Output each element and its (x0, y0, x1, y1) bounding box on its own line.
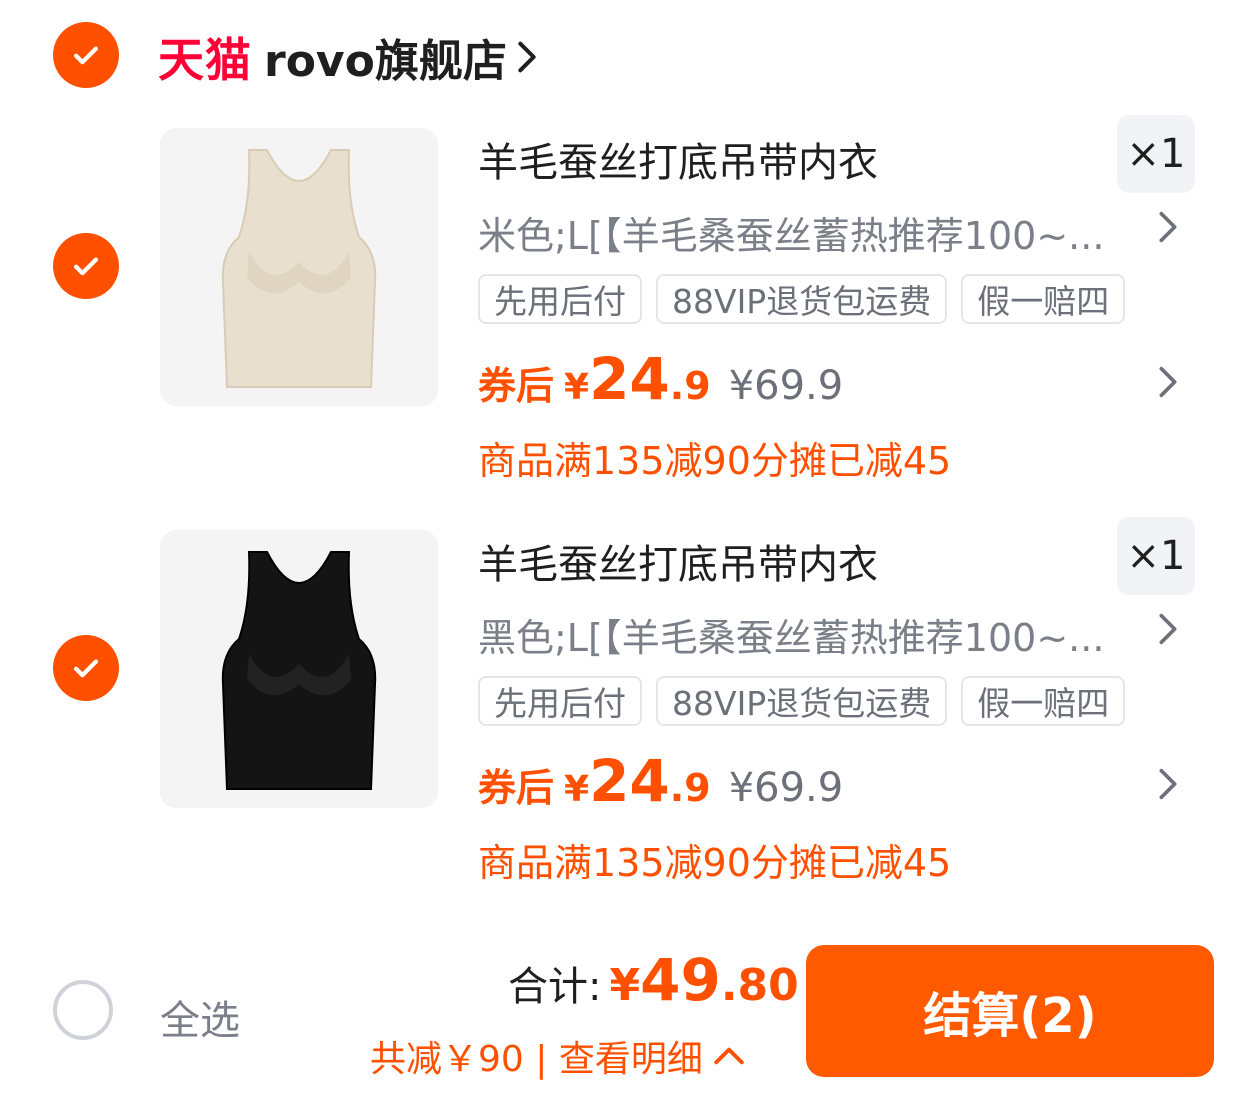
total-label: 合计: (508, 964, 602, 1010)
select-all-label[interactable]: 全选 (160, 988, 240, 1046)
select-all-checkbox[interactable] (53, 980, 113, 1040)
total-currency: ¥ (609, 960, 641, 1011)
tag: 假一赔四 (961, 676, 1126, 726)
check-icon (73, 46, 99, 65)
check-icon (73, 257, 99, 276)
price-row[interactable]: 券后 ¥ 24 .9 ¥69.9 (478, 345, 843, 413)
coupon-label: 券后 (478, 766, 555, 810)
tag: 88VIP退货包运费 (656, 676, 948, 726)
product-title[interactable]: 羊毛蚕丝打底吊带内衣 (478, 532, 878, 590)
original-price: ¥69.9 (728, 765, 844, 811)
camisole-image (221, 149, 377, 388)
chevron-right-icon[interactable] (1158, 210, 1178, 244)
chevron-right-icon[interactable] (1158, 767, 1178, 801)
sku-selector[interactable]: 米色;L[【羊毛桑蚕丝蓄热推荐100~... (478, 205, 1138, 260)
price-row[interactable]: 券后 ¥ 24 .9 ¥69.9 (478, 747, 843, 815)
coupon-label: 券后 (478, 364, 555, 408)
service-tags: 先用后付 88VIP退货包运费 假一赔四 (478, 274, 1126, 324)
check-icon (73, 659, 99, 678)
price-decimal: .9 (669, 364, 711, 408)
tag: 88VIP退货包运费 (656, 274, 948, 324)
chevron-right-icon[interactable] (1158, 612, 1178, 646)
tag: 先用后付 (478, 676, 642, 726)
camisole-image (221, 551, 377, 790)
item-checkbox[interactable] (53, 233, 119, 299)
currency-symbol: ¥ (564, 769, 590, 810)
tag: 先用后付 (478, 274, 642, 324)
item-checkbox[interactable] (53, 635, 119, 701)
view-details-link[interactable]: 共减￥90 | 查看明细 (370, 1030, 745, 1082)
sku-selector[interactable]: 黑色;L[【羊毛桑蚕丝蓄热推荐100~... (478, 607, 1138, 662)
quantity-badge[interactable]: ×1 (1117, 517, 1195, 595)
product-image[interactable] (160, 128, 438, 406)
saving-text: 共减￥90 | 查看明细 (370, 1039, 703, 1080)
store-header[interactable]: 天猫 rovo旗舰店 (158, 22, 537, 92)
total-integer: 49 (640, 946, 721, 1014)
service-tags: 先用后付 88VIP退货包运费 假一赔四 (478, 676, 1126, 726)
tag: 假一赔四 (961, 274, 1126, 324)
currency-symbol: ¥ (564, 367, 590, 408)
quantity-badge[interactable]: ×1 (1117, 115, 1195, 193)
price-integer: 24 (589, 345, 670, 413)
product-image[interactable] (160, 530, 438, 808)
product-title[interactable]: 羊毛蚕丝打底吊带内衣 (478, 130, 878, 188)
chevron-right-icon (518, 41, 536, 73)
store-name: rovo旗舰店 (264, 36, 507, 87)
store-checkbox[interactable] (53, 22, 119, 88)
price-integer: 24 (589, 747, 670, 815)
promo-text: 商品满135减90分摊已减45 (478, 439, 952, 483)
checkout-button[interactable]: 结算(2) (806, 945, 1214, 1077)
chevron-right-icon[interactable] (1158, 365, 1178, 399)
chevron-up-icon (714, 1047, 744, 1065)
total-price: 合计: ¥ 49 .80 (508, 946, 799, 1014)
promo-text: 商品满135减90分摊已减45 (478, 841, 952, 885)
tmall-logo: 天猫 (158, 33, 252, 87)
original-price: ¥69.9 (728, 363, 844, 409)
price-decimal: .9 (669, 766, 711, 810)
total-decimal: .80 (720, 960, 799, 1011)
